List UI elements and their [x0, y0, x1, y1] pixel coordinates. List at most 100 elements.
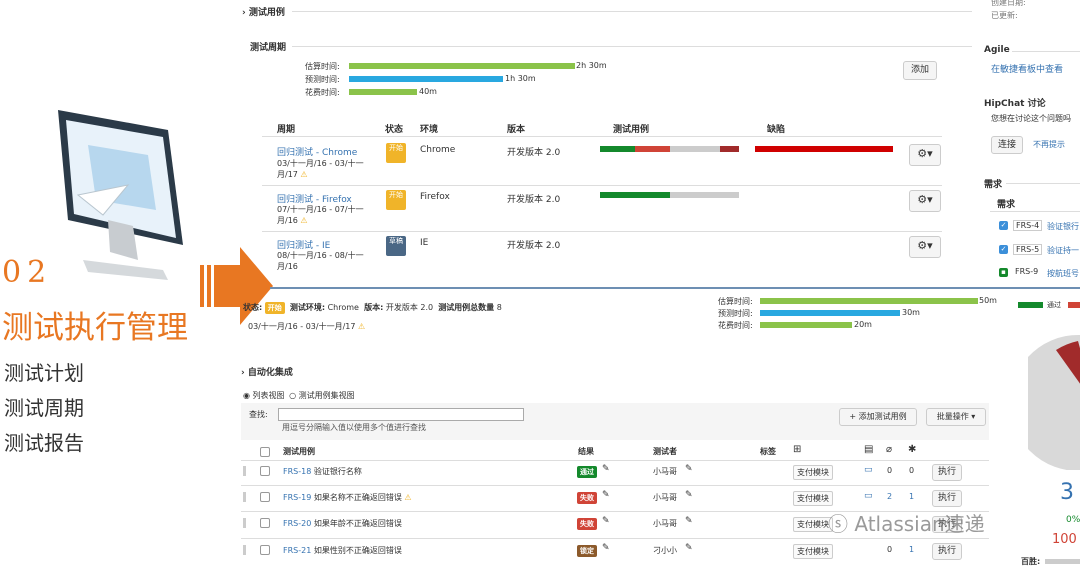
bullet-item: 测试周期 — [4, 396, 84, 420]
cycle-env: Chrome — [420, 145, 456, 155]
edit-pencil-icon[interactable]: ✎ — [602, 464, 610, 474]
drag-handle[interactable] — [243, 518, 246, 528]
panel-divider — [270, 287, 1080, 289]
time-value: 50m — [979, 296, 997, 305]
drag-handle[interactable] — [243, 466, 246, 476]
time-value: 30m — [902, 308, 920, 317]
col-env: 环境 — [420, 125, 439, 135]
radio-list-view[interactable]: ◉ 列表视图 — [243, 391, 285, 400]
cycle-dates: 07/十一月/16 - 07/十一月/16 ⚠ — [277, 205, 364, 225]
component-badge: 支付模块 — [793, 517, 833, 532]
pie-footer: 百胜: — [1021, 557, 1041, 566]
cycle-env: IE — [420, 238, 429, 248]
row-checkbox[interactable] — [260, 466, 270, 476]
component-badge: 支付模块 — [793, 465, 833, 480]
radio-set-view[interactable]: ○ 测试用例集视图 — [289, 391, 355, 400]
time-value: 20m — [854, 320, 872, 329]
edit-pencil-icon[interactable]: ✎ — [685, 490, 693, 500]
edit-pencil-icon[interactable]: ✎ — [602, 490, 610, 500]
test-cases-toggle[interactable]: › 测试用例 — [242, 5, 285, 18]
row-checkbox[interactable] — [260, 545, 270, 555]
test-case-title: FRS-20 如果年龄不正确返回错误 — [283, 519, 402, 528]
add-test-case-button[interactable]: + 添加测试用例 — [839, 408, 917, 426]
drag-handle[interactable] — [243, 545, 246, 555]
agile-board-link[interactable]: 在敏捷看板中查看 — [991, 62, 1063, 75]
req-link[interactable]: 按航班号 — [1047, 268, 1079, 279]
defect-progress — [755, 146, 893, 152]
warning-icon: ⚠ — [358, 322, 366, 331]
defects-count: 0 — [909, 466, 915, 475]
cycle-dates: 03/十一月/16 - 03/十一月/17 ⚠ — [248, 322, 366, 331]
search-input[interactable] — [278, 408, 524, 421]
req-link[interactable]: 验证银行 — [1047, 221, 1079, 232]
row-checkbox[interactable] — [260, 492, 270, 502]
drag-handle[interactable] — [243, 492, 246, 502]
col-test-case: 测试用例 — [283, 447, 315, 456]
computer-illustration — [58, 110, 183, 280]
cycle-link[interactable]: 回归测试 - Chrome — [277, 145, 357, 158]
result-badge[interactable]: 失败 — [577, 518, 597, 530]
req-key: FRS-9 — [1015, 267, 1039, 276]
tester-name: 刁小小 — [653, 546, 677, 555]
time-bar — [349, 76, 503, 82]
time-label: 估算时间: — [305, 62, 340, 71]
slide-title: 测试执行管理 — [2, 310, 188, 346]
test-case-title: FRS-19 如果名称不正确返回错误 ⚠ — [283, 493, 412, 502]
comment-bubble-icon[interactable]: ▭ — [864, 465, 873, 475]
edit-pencil-icon[interactable]: ✎ — [685, 464, 693, 474]
row-checkbox[interactable] — [260, 518, 270, 528]
time-value: 40m — [419, 87, 437, 96]
watermark: ⓢ Atlassian速递 — [828, 512, 985, 536]
edit-pencil-icon[interactable]: ✎ — [602, 516, 610, 526]
col-cycle: 周期 — [277, 125, 296, 135]
gear-icon[interactable]: ⚙▾ — [909, 144, 941, 166]
search-label: 查找: — [249, 410, 268, 419]
test-case-key[interactable]: FRS-20 — [283, 519, 311, 528]
legend-pass-label: 通过 — [1047, 301, 1061, 309]
req-link[interactable]: 验证持一 — [1047, 245, 1079, 256]
cycle-version: 开发版本 2.0 — [507, 241, 561, 251]
add-cycle-button[interactable]: 添加 — [903, 61, 937, 80]
test-case-key[interactable]: FRS-18 — [283, 467, 311, 476]
warning-icon: ⚠ — [404, 493, 412, 502]
bullet-item: 测试计划 — [4, 361, 84, 385]
execute-button[interactable]: 执行 — [932, 543, 962, 560]
edit-pencil-icon[interactable]: ✎ — [685, 543, 693, 553]
status-badge: 开始 — [386, 190, 406, 210]
req-key: FRS-4 — [1013, 220, 1043, 231]
bulk-actions-button[interactable]: 批量操作 ▾ — [926, 408, 986, 426]
result-badge[interactable]: 失败 — [577, 492, 597, 504]
comment-bubble-icon[interactable]: ▭ — [864, 491, 873, 501]
test-case-key[interactable]: FRS-21 — [283, 546, 311, 555]
pie-percent-pass: 0% — [1066, 515, 1080, 525]
result-badge[interactable]: 锁定 — [577, 545, 597, 557]
status-lozenge: 开始 — [264, 302, 285, 314]
select-all-checkbox[interactable] — [260, 447, 270, 457]
execute-button[interactable]: 执行 — [932, 490, 962, 507]
agile-heading: Agile — [984, 45, 1010, 55]
edit-pencil-icon[interactable]: ✎ — [602, 543, 610, 553]
col-result: 结果 — [578, 447, 594, 456]
cycles-heading: 测试周期 — [250, 43, 287, 53]
hipchat-text: 您想在讨论这个问题吗 — [991, 114, 1071, 123]
time-bar — [760, 298, 978, 304]
test-case-title: FRS-21 如果性别不正确返回错误 — [283, 546, 402, 555]
dismiss-link[interactable]: 不再提示 — [1033, 139, 1065, 150]
component-badge: 支付模块 — [793, 544, 833, 559]
edit-pencil-icon[interactable]: ✎ — [685, 516, 693, 526]
execute-button[interactable]: 执行 — [932, 464, 962, 481]
req-key: FRS-5 — [1013, 244, 1043, 255]
connect-button[interactable]: 连接 — [991, 136, 1023, 154]
story-icon: ▪ — [999, 268, 1008, 277]
col-status: 状态 — [385, 125, 404, 135]
result-badge[interactable]: 通过 — [577, 466, 597, 478]
cycle-version: 开发版本 2.0 — [507, 195, 561, 205]
automation-toggle[interactable]: › 自动化集成 — [241, 365, 293, 378]
cycle-version: 开发版本 2.0 — [507, 148, 561, 158]
comments-count: 2 — [887, 492, 893, 501]
gear-icon[interactable]: ⚙▾ — [909, 236, 941, 258]
cycle-dates: 08/十一月/16 - 08/十一月/16 — [277, 251, 364, 271]
gear-icon[interactable]: ⚙▾ — [909, 190, 941, 212]
test-case-key[interactable]: FRS-19 — [283, 493, 311, 502]
warning-icon: ⚠ — [300, 170, 308, 179]
